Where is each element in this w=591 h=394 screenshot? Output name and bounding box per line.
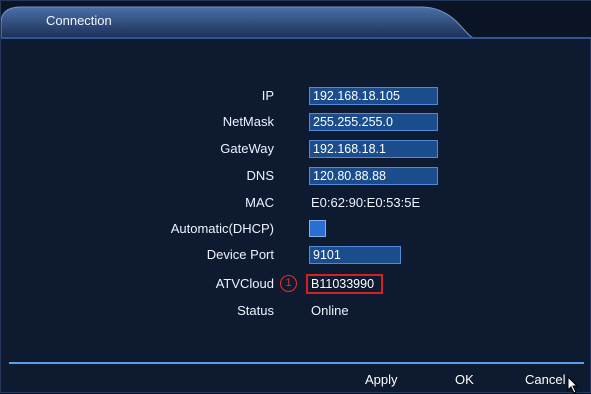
- dhcp-checkbox[interactable]: [309, 220, 326, 237]
- network-form: IP 192.168.18.105 NetMask 255.255.255.0 …: [1, 1, 591, 394]
- status-label: Status: [237, 303, 274, 318]
- apply-button[interactable]: Apply: [365, 372, 398, 387]
- dns-input[interactable]: 120.80.88.88: [309, 167, 438, 185]
- ip-input[interactable]: 192.168.18.105: [309, 87, 438, 105]
- netmask-input[interactable]: 255.255.255.0: [309, 113, 438, 131]
- gateway-row: GateWay 192.168.18.1: [1, 140, 591, 160]
- gateway-input[interactable]: 192.168.18.1: [309, 140, 438, 158]
- ip-label: IP: [261, 88, 274, 103]
- annotation-marker: 1: [280, 275, 297, 292]
- netmask-row: NetMask 255.255.255.0: [1, 113, 591, 133]
- gateway-label: GateWay: [220, 141, 274, 156]
- mac-label: MAC: [245, 195, 274, 210]
- ip-row: IP 192.168.18.105: [1, 87, 591, 107]
- footer-separator: [9, 362, 584, 364]
- arrow-cursor-icon: [567, 376, 579, 394]
- dns-row: DNS 120.80.88.88: [1, 167, 591, 187]
- atvcloud-label: ATVCloud: [215, 276, 274, 291]
- netmask-label: NetMask: [222, 114, 274, 129]
- device-port-input[interactable]: 9101: [309, 246, 401, 264]
- connection-dialog: Connection IP 192.168.18.105 NetMask 255…: [0, 0, 591, 394]
- dhcp-label: Automatic(DHCP): [170, 221, 274, 236]
- dhcp-row: Automatic(DHCP): [1, 220, 591, 240]
- dns-label: DNS: [246, 168, 274, 183]
- device-port-label: Device Port: [206, 247, 274, 262]
- ok-button[interactable]: OK: [455, 372, 474, 387]
- atvcloud-row: ATVCloud 1 B11033990: [1, 274, 591, 295]
- mac-value: E0:62:90:E0:53:5E: [311, 195, 421, 210]
- status-value: Online: [311, 303, 349, 318]
- device-port-row: Device Port 9101: [1, 246, 591, 266]
- atvcloud-id-field: B11033990: [306, 274, 383, 294]
- status-row: Status Online: [1, 302, 591, 322]
- cancel-button[interactable]: Cancel: [525, 372, 565, 387]
- mac-row: MAC E0:62:90:E0:53:5E: [1, 194, 591, 214]
